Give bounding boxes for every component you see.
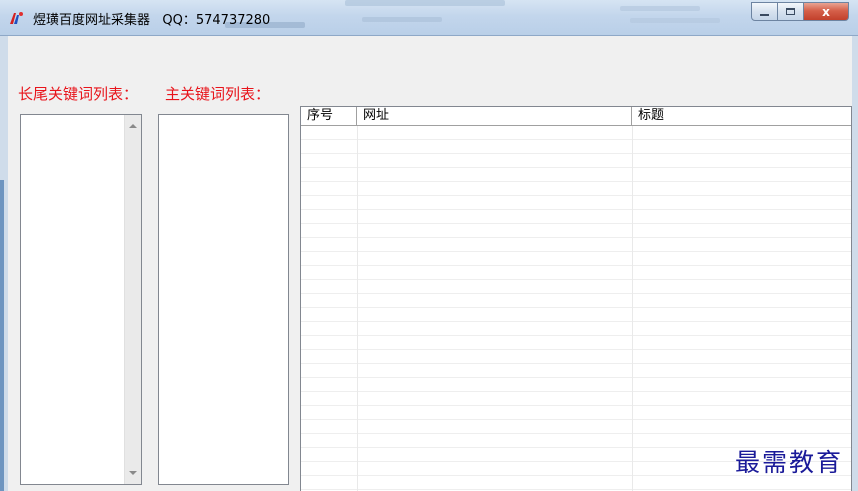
close-icon: x (822, 4, 830, 19)
minimize-icon (760, 13, 769, 16)
background-window-blur (630, 18, 720, 23)
window-frame-right (852, 36, 858, 491)
column-header-index[interactable]: 序号 (301, 107, 357, 125)
close-button[interactable]: x (804, 2, 849, 21)
main-keywords-label: 主关键词列表： (165, 85, 271, 103)
results-table[interactable]: 序号 网址 标题 (300, 106, 852, 491)
window-title: 煜璜百度网址采集器 QQ：574737280 (33, 13, 271, 28)
scroll-up-icon[interactable] (129, 124, 137, 128)
app-icon (10, 12, 23, 24)
long-tail-keywords-label: 长尾关键词列表： (18, 85, 139, 103)
column-divider (632, 126, 633, 491)
maximize-button[interactable] (778, 2, 804, 21)
watermark: 最需教育 (735, 448, 844, 477)
vertical-scrollbar[interactable] (124, 115, 141, 484)
column-header-url[interactable]: 网址 (357, 107, 632, 125)
window-frame-accent (0, 180, 4, 491)
scroll-down-icon[interactable] (129, 471, 137, 475)
column-divider (357, 126, 358, 491)
background-window-blur (345, 0, 505, 6)
table-rows (301, 126, 851, 491)
main-keywords-list[interactable] (158, 114, 289, 485)
title-bar[interactable]: 煜璜百度网址采集器 QQ：574737280 x (0, 0, 858, 36)
column-header-title[interactable]: 标题 (632, 107, 851, 125)
long-tail-keywords-list[interactable] (20, 114, 142, 485)
background-window-blur (620, 6, 700, 11)
table-header: 序号 网址 标题 (301, 107, 851, 126)
background-window-blur (362, 17, 442, 22)
window-controls: x (751, 2, 849, 22)
minimize-button[interactable] (751, 2, 778, 21)
maximize-icon (786, 8, 795, 15)
